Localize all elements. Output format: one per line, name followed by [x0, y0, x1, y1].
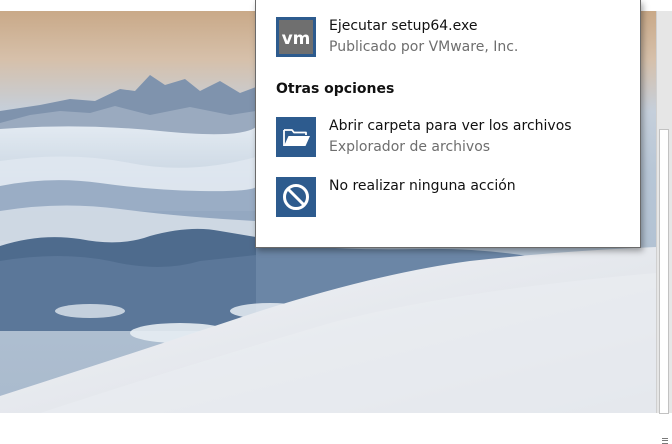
svg-text:vm: vm [282, 29, 311, 49]
autoplay-flyout: vm Ejecutar setup64.exe Publicado por VM… [255, 0, 641, 248]
option-subtitle: Publicado por VMware, Inc. [329, 39, 519, 55]
option-run-setup[interactable]: vm Ejecutar setup64.exe Publicado por VM… [276, 17, 616, 65]
option-title: Abrir carpeta para ver los archivos [329, 118, 572, 134]
section-heading-other-options: Otras opciones [276, 81, 395, 97]
option-open-folder[interactable]: Abrir carpeta para ver los archivos Expl… [276, 117, 616, 165]
option-title: Ejecutar setup64.exe [329, 18, 478, 34]
option-subtitle: Explorador de archivos [329, 139, 491, 155]
no-action-icon [276, 177, 316, 217]
option-no-action[interactable]: No realizar ninguna acción [276, 177, 616, 225]
vmware-icon: vm [276, 17, 316, 57]
vertical-scrollbar[interactable] [656, 11, 672, 444]
scrollbar-thumb[interactable] [659, 129, 669, 444]
option-title: No realizar ninguna acción [329, 178, 516, 194]
scrollbar-grip-icon [662, 438, 668, 444]
folder-open-icon [276, 117, 316, 157]
